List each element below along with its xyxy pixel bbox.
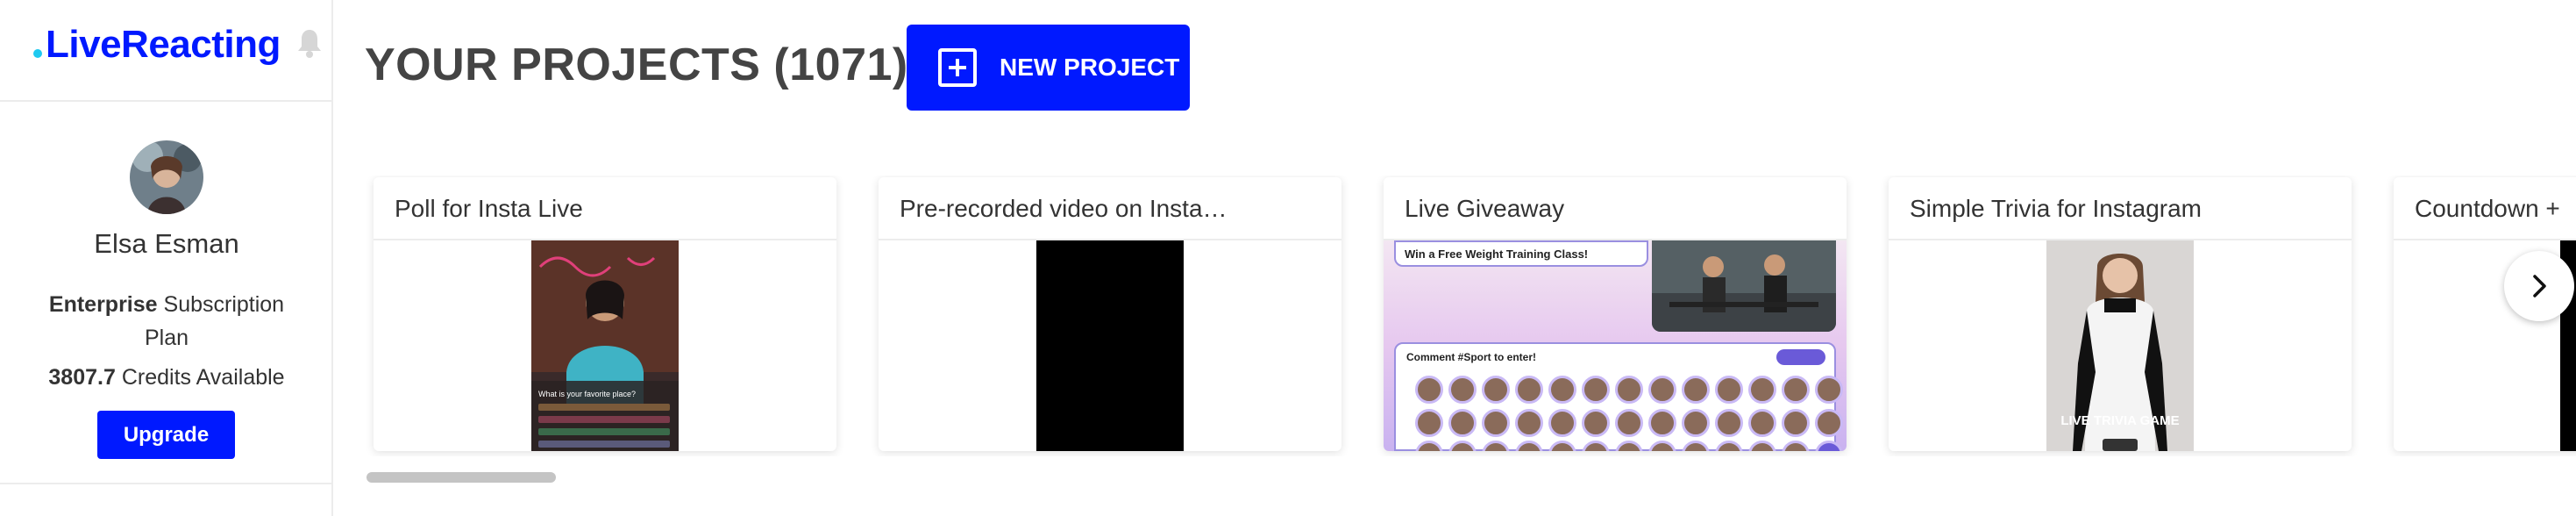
entrant-avatar [1548, 441, 1576, 451]
entrant-avatar [1648, 376, 1676, 404]
project-thumbnail: Win a Free Weight Training Class! Commen… [1384, 240, 1847, 451]
entrant-avatar [1615, 376, 1643, 404]
entrants-row [1415, 376, 1843, 404]
entrant-avatar [1582, 376, 1610, 404]
avatar[interactable] [130, 140, 203, 214]
entrant-avatar [1515, 376, 1543, 404]
credits-value: 3807.7 [48, 365, 116, 390]
entrant-avatar [1415, 376, 1443, 404]
project-title: Live Giveaway [1405, 195, 1565, 222]
entrant-avatar [1515, 441, 1543, 451]
project-thumbnail: LIVE TRIVIA GAME [2046, 240, 2194, 451]
entrant-avatar [1548, 376, 1576, 404]
subscription-plan: Enterprise Subscription Plan [35, 288, 298, 355]
entrant-avatar [1715, 409, 1743, 437]
entrant-avatar [1448, 441, 1477, 451]
entrant-avatar [1682, 376, 1710, 404]
entrant-avatar [1448, 409, 1477, 437]
more-entrants-badge: +14 [1815, 441, 1843, 451]
bell-icon[interactable] [296, 28, 323, 58]
entrant-avatar [1482, 409, 1510, 437]
entrant-avatar [1748, 441, 1776, 451]
entrant-avatar [1482, 376, 1510, 404]
credits-label: Credits Available [121, 365, 285, 390]
horizontal-scrollbar[interactable] [366, 472, 556, 483]
project-title: Simple Trivia for Instagram [1910, 195, 2202, 222]
entrant-avatar [1782, 441, 1810, 451]
entrant-avatar [1515, 409, 1543, 437]
poll-question: What is your favorite place? [538, 390, 636, 398]
entrant-avatar [1448, 376, 1477, 404]
giveaway-instruction: Comment #Sport to enter! [1406, 351, 1537, 363]
project-title: Pre-recorded video on Insta… [900, 195, 1228, 222]
project-title: Poll for Insta Live [395, 195, 583, 222]
entrant-avatar [1715, 376, 1743, 404]
project-card[interactable]: Poll for Insta Live What is your favorit… [374, 177, 836, 451]
upgrade-button[interactable]: Upgrade [97, 411, 235, 459]
new-project-button[interactable]: NEW PROJECT [907, 25, 1190, 111]
entrant-avatar [1648, 441, 1676, 451]
plus-square-icon [938, 48, 977, 87]
giveaway-banner: Win a Free Weight Training Class! [1394, 240, 1648, 267]
plan-name: Enterprise [48, 292, 158, 317]
chevron-right-icon [2533, 275, 2546, 297]
entrant-avatar [1748, 376, 1776, 404]
project-thumbnail [1036, 240, 1184, 451]
logo[interactable]: LiveReacting [32, 23, 281, 67]
entrant-avatar [1548, 409, 1576, 437]
logo-text: LiveReacting [46, 23, 281, 66]
logo-row: LiveReacting [0, 0, 333, 102]
plan-label: Subscription Plan [144, 292, 285, 350]
project-card[interactable]: Pre-recorded video on Insta… [879, 177, 1341, 451]
entrant-avatar [1682, 409, 1710, 437]
giveaway-video [1652, 240, 1836, 332]
entrant-avatar [1615, 409, 1643, 437]
entrant-avatar [1782, 409, 1810, 437]
entrant-avatar [1415, 441, 1443, 451]
page-title: YOUR PROJECTS (1071) [365, 39, 908, 90]
trivia-caption: LIVE TRIVIA GAME [2060, 413, 2179, 428]
user-name: Elsa Esman [94, 228, 239, 259]
entrant-avatar [1782, 376, 1810, 404]
credits-available: 3807.7 Credits Available [0, 365, 333, 391]
giveaway-entries: Comment #Sport to enter! +14 [1394, 342, 1843, 451]
giveaway-title: Win a Free Weight Training Class! [1405, 247, 1589, 261]
profile-panel: Elsa Esman Enterprise Subscription Plan … [0, 102, 333, 484]
project-card[interactable]: Live Giveaway Win a Free Weight Training… [1384, 177, 1847, 451]
entrant-avatar [1582, 409, 1610, 437]
entrant-avatar [1748, 409, 1776, 437]
project-card[interactable]: Simple Trivia for Instagram LIVE TRIVIA … [1889, 177, 2352, 451]
entries-count-badge [1776, 349, 1825, 365]
entrant-avatar [1582, 441, 1610, 451]
entrant-avatar [1648, 409, 1676, 437]
new-project-label: NEW PROJECT [1000, 54, 1180, 81]
projects-carousel: Poll for Insta Live What is your favorit… [365, 176, 2576, 456]
project-thumbnail: What is your favorite place? [531, 240, 679, 451]
entrant-avatar [1815, 376, 1843, 404]
entrant-avatar [1682, 441, 1710, 451]
card-divider [2394, 239, 2576, 240]
entrant-avatar [1482, 441, 1510, 451]
entrant-avatar [1615, 441, 1643, 451]
entrant-avatar [1415, 409, 1443, 437]
app-root: LiveReacting Elsa Esman Enterprise Subsc… [0, 0, 2576, 516]
entrant-avatar [1815, 409, 1843, 437]
entrant-avatar [1715, 441, 1743, 451]
entrants-row [1415, 409, 1843, 437]
project-title: Countdown + [2415, 195, 2560, 222]
entrants-row: +14 [1415, 441, 1843, 451]
carousel-next-button[interactable] [2504, 251, 2574, 321]
sidebar: LiveReacting Elsa Esman Enterprise Subsc… [0, 0, 333, 516]
